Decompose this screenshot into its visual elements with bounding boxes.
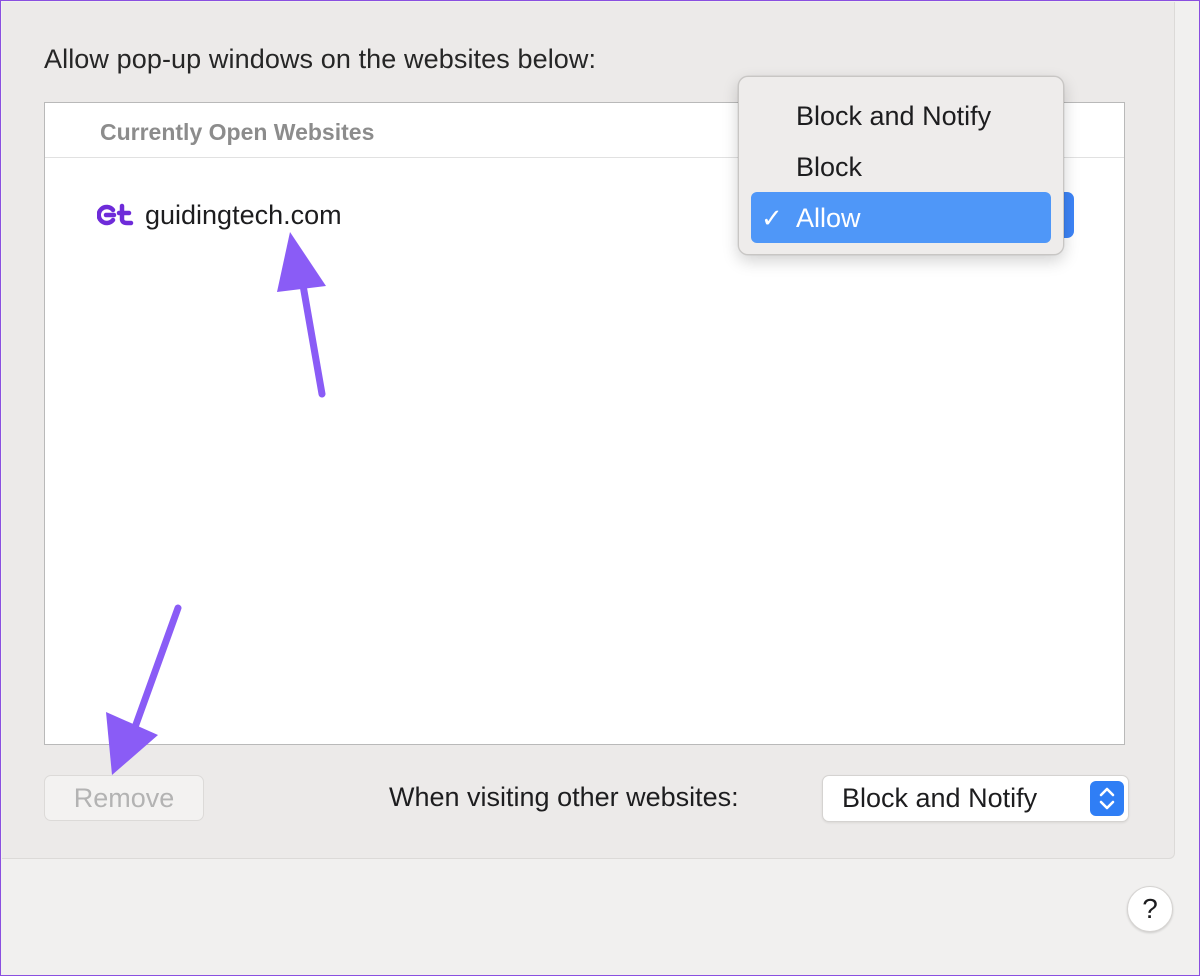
annotation-arrows <box>106 232 326 775</box>
arrow-down-icon <box>106 604 182 775</box>
arrow-up-icon <box>277 232 326 398</box>
